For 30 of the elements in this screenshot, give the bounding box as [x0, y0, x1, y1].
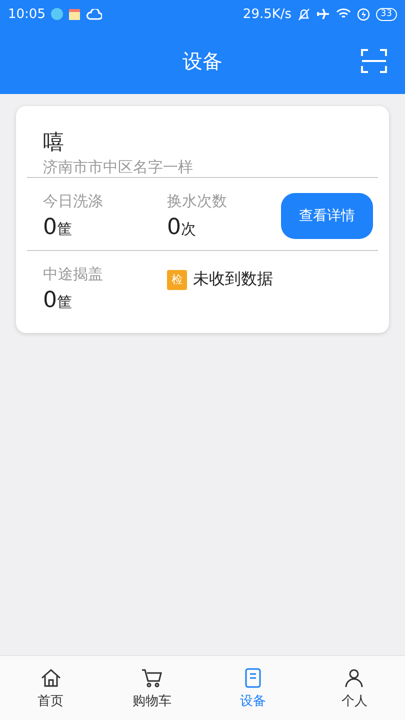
tab-item[interactable]: 首页	[0, 656, 102, 720]
battery-level: 33	[376, 8, 397, 20]
stat-label: 换水次数	[167, 192, 228, 211]
device-address: 济南市市中区名字一样	[42, 157, 194, 177]
cloud-icon	[86, 8, 102, 20]
tab-item[interactable]: 设备	[202, 656, 304, 720]
bell-muted-icon	[298, 8, 310, 20]
network-speed: 29.5K/s	[242, 6, 292, 22]
check-badge: 检	[167, 270, 187, 290]
status-time: 10:05	[8, 6, 46, 22]
charging-icon	[356, 8, 370, 20]
airplane-icon	[316, 8, 330, 20]
stat-unit: 筐	[57, 220, 72, 238]
stat-value: 0	[43, 215, 57, 240]
wifi-icon	[336, 8, 351, 20]
stat-unit: 筐	[57, 293, 72, 311]
tab-item[interactable]: 购物车	[101, 656, 202, 720]
stat-value: 0	[167, 215, 181, 240]
scan-icon[interactable]	[361, 48, 387, 74]
tab-item[interactable]: 个人	[304, 656, 405, 720]
page-title: 设备	[182, 48, 222, 74]
check-status: 未收到数据	[193, 269, 273, 290]
device-name: 嘻	[42, 129, 65, 156]
stat-value: 0	[43, 288, 57, 313]
stat-label: 中途揭盖	[43, 265, 104, 284]
stat-label: 今日洗涤	[43, 192, 104, 211]
view-details-button[interactable]: 查看详情	[281, 193, 373, 239]
stat-unit: 次	[181, 220, 196, 238]
calendar-icon	[69, 8, 80, 20]
app-dot-icon	[51, 8, 64, 20]
